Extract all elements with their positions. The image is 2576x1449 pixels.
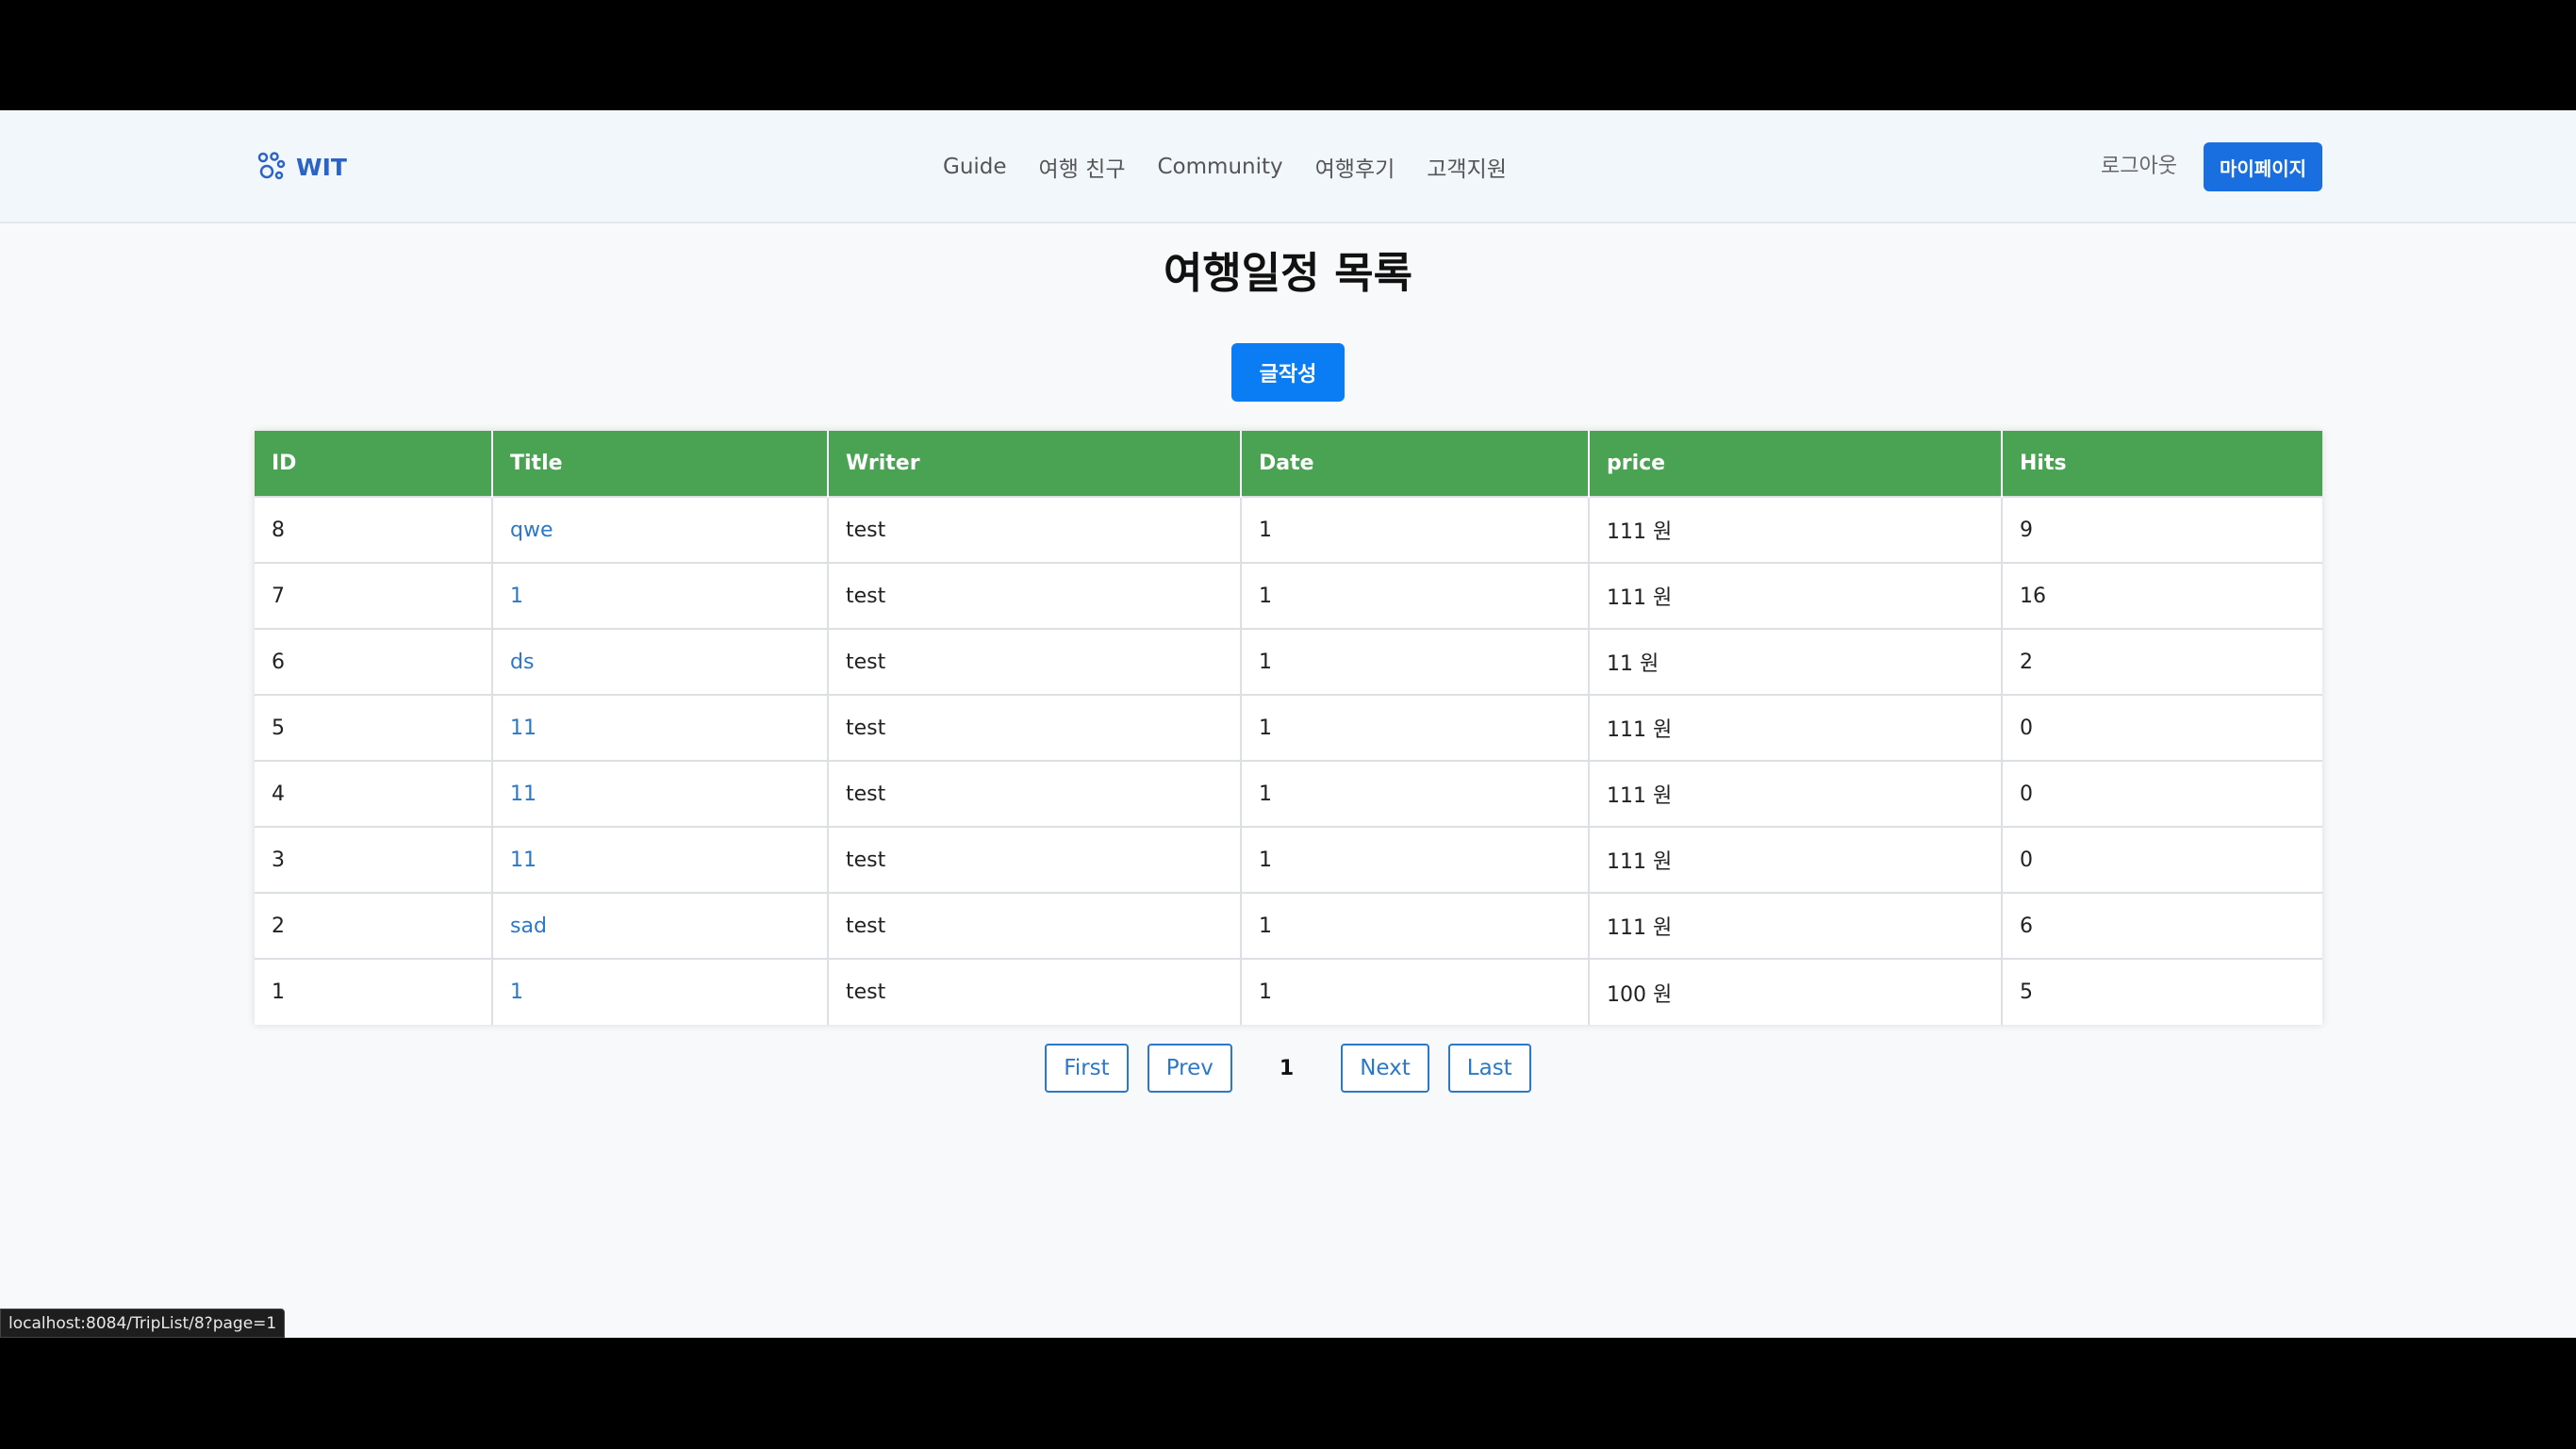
column-header-title: Title: [492, 431, 829, 497]
cell-price: 111 원: [1589, 562, 2003, 629]
column-header-id: ID: [255, 431, 493, 497]
current-page: 1: [1279, 1056, 1295, 1080]
cell-id: 6: [255, 628, 493, 695]
cell-hits: 0: [2002, 694, 2322, 761]
column-header-price: price: [1589, 431, 2003, 497]
cell-writer: test: [828, 760, 1242, 827]
cell-title: 1: [492, 958, 829, 1025]
table-row: 6 ds test 1 11 원 2: [255, 628, 2322, 695]
table-header-row: ID Title Writer Date price Hits: [255, 431, 2322, 497]
first-page-button[interactable]: First: [1045, 1044, 1129, 1093]
cell-title: sad: [492, 892, 829, 959]
cell-id: 5: [255, 694, 493, 761]
write-post-button[interactable]: 글작성: [1231, 343, 1345, 402]
nav-travel-friend[interactable]: 여행 친구: [1039, 151, 1126, 183]
cell-hits: 2: [2002, 628, 2322, 695]
cell-hits: 5: [2002, 958, 2322, 1025]
cell-title: 1: [492, 562, 829, 629]
paw-icon: [257, 152, 286, 180]
title-link[interactable]: 1: [510, 980, 523, 1004]
cell-id: 3: [255, 826, 493, 893]
nav-guide[interactable]: Guide: [943, 155, 1007, 179]
cell-writer: test: [828, 562, 1242, 629]
table-row: 4 11 test 1 111 원 0: [255, 760, 2322, 827]
cell-hits: 0: [2002, 826, 2322, 893]
title-link[interactable]: 11: [510, 782, 537, 806]
cell-hits: 9: [2002, 496, 2322, 563]
site-header: WIT Guide 여행 친구 Community 여행후기 고객지원 로그아웃…: [0, 110, 2576, 223]
cell-date: 1: [1241, 760, 1590, 827]
cell-price: 111 원: [1589, 826, 2003, 893]
main-nav: Guide 여행 친구 Community 여행후기 고객지원: [943, 148, 1507, 186]
cell-title: 11: [492, 694, 829, 761]
cell-price: 111 원: [1589, 496, 2003, 563]
cell-date: 1: [1241, 694, 1590, 761]
last-page-button[interactable]: Last: [1447, 1044, 1531, 1093]
cell-id: 1: [255, 958, 493, 1025]
mypage-button[interactable]: 마이페이지: [2204, 142, 2322, 191]
link-status-bar: localhost:8084/TripList/8?page=1: [0, 1309, 286, 1338]
cell-price: 111 원: [1589, 892, 2003, 959]
cell-id: 7: [255, 562, 493, 629]
logo-text: WIT: [296, 153, 347, 181]
next-page-button[interactable]: Next: [1341, 1044, 1429, 1093]
cell-date: 1: [1241, 562, 1590, 629]
table-row: 1 1 test 1 100 원 5: [255, 958, 2322, 1025]
pagination: First Prev 1 Next Last: [0, 1044, 2576, 1093]
cell-writer: test: [828, 958, 1242, 1025]
site-logo[interactable]: WIT: [255, 148, 347, 186]
cell-hits: 0: [2002, 760, 2322, 827]
column-header-hits: Hits: [2002, 431, 2322, 497]
cell-writer: test: [828, 892, 1242, 959]
cell-id: 8: [255, 496, 493, 563]
prev-page-button[interactable]: Prev: [1147, 1044, 1232, 1093]
cell-title: 11: [492, 826, 829, 893]
letterbox-top: [0, 0, 2576, 110]
table-row: 5 11 test 1 111 원 0: [255, 694, 2322, 761]
trip-table: ID Title Writer Date price Hits 8 qwe te…: [255, 431, 2322, 1025]
cell-writer: test: [828, 496, 1242, 563]
browser-viewport: WIT Guide 여행 친구 Community 여행후기 고객지원 로그아웃…: [0, 110, 2576, 1338]
cell-title: 11: [492, 760, 829, 827]
nav-customer-support[interactable]: 고객지원: [1427, 151, 1507, 183]
cell-price: 111 원: [1589, 760, 2003, 827]
table-row: 3 11 test 1 111 원 0: [255, 826, 2322, 893]
cell-price: 111 원: [1589, 694, 2003, 761]
cell-hits: 16: [2002, 562, 2322, 629]
cell-date: 1: [1241, 892, 1590, 959]
title-link[interactable]: 11: [510, 848, 537, 872]
title-link[interactable]: sad: [510, 914, 547, 938]
letterbox-bottom: [0, 1338, 2576, 1449]
nav-travel-review[interactable]: 여행후기: [1315, 151, 1395, 183]
table-row: 2 sad test 1 111 원 6: [255, 892, 2322, 959]
title-link[interactable]: 1: [510, 585, 523, 608]
cell-date: 1: [1241, 826, 1590, 893]
cell-hits: 6: [2002, 892, 2322, 959]
title-link[interactable]: ds: [510, 650, 534, 674]
cell-writer: test: [828, 628, 1242, 695]
page-title: 여행일정 목록: [1163, 248, 1413, 298]
cell-title: qwe: [492, 496, 829, 563]
cell-writer: test: [828, 826, 1242, 893]
column-header-writer: Writer: [828, 431, 1242, 497]
cell-title: ds: [492, 628, 829, 695]
logout-link[interactable]: 로그아웃: [2101, 148, 2177, 186]
cell-price: 100 원: [1589, 958, 2003, 1025]
trip-table-container: ID Title Writer Date price Hits 8 qwe te…: [255, 431, 2322, 1025]
cell-date: 1: [1241, 496, 1590, 563]
column-header-date: Date: [1241, 431, 1590, 497]
title-link[interactable]: qwe: [510, 519, 553, 542]
cell-id: 2: [255, 892, 493, 959]
cell-date: 1: [1241, 958, 1590, 1025]
cell-date: 1: [1241, 628, 1590, 695]
table-row: 7 1 test 1 111 원 16: [255, 562, 2322, 629]
table-row: 8 qwe test 1 111 원 9: [255, 496, 2322, 563]
title-link[interactable]: 11: [510, 716, 537, 740]
cell-price: 11 원: [1589, 628, 2003, 695]
cell-writer: test: [828, 694, 1242, 761]
cell-id: 4: [255, 760, 493, 827]
nav-community[interactable]: Community: [1158, 155, 1283, 179]
